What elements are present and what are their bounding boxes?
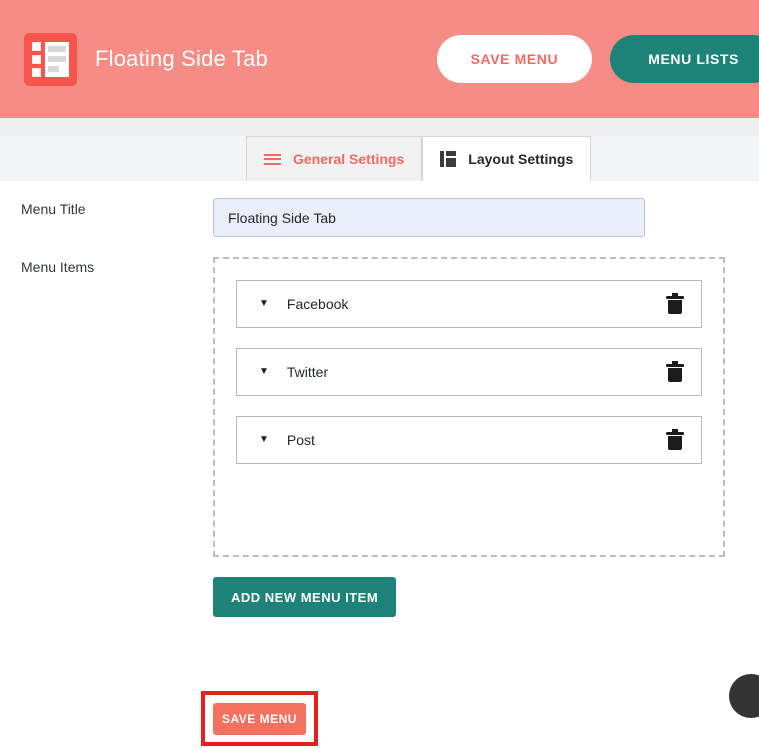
trash-icon[interactable] xyxy=(665,429,685,451)
caret-down-icon[interactable]: ▼ xyxy=(259,435,269,445)
logo-right-panel xyxy=(45,41,69,77)
menu-lists-button[interactable]: MENU LISTS xyxy=(610,35,759,83)
menu-item-label: Facebook xyxy=(286,296,349,312)
menu-title-input[interactable] xyxy=(213,198,645,237)
menu-item-row[interactable]: ▼ Facebook xyxy=(236,280,702,328)
caret-down-icon[interactable]: ▼ xyxy=(259,299,269,309)
save-menu-header-button[interactable]: SAVE MENU xyxy=(436,35,593,83)
logo-left-column xyxy=(32,41,41,77)
trash-icon[interactable] xyxy=(665,293,685,315)
trash-icon[interactable] xyxy=(665,361,685,383)
tab-layout-settings[interactable]: Layout Settings xyxy=(422,136,592,181)
tab-layout-settings-label: Layout Settings xyxy=(468,151,574,167)
page-title: Floating Side Tab xyxy=(95,46,268,71)
menu-title-label: Menu Title xyxy=(21,201,86,217)
save-menu-bottom-button[interactable]: SAVE MENU xyxy=(213,703,306,735)
add-new-menu-item-button[interactable]: ADD NEW MENU ITEM xyxy=(213,577,397,617)
app-header: Floating Side Tab SAVE MENU MENU LISTS xyxy=(0,0,759,118)
hamburger-icon xyxy=(264,151,281,167)
menu-item-label: Twitter xyxy=(286,364,329,380)
tab-general-settings[interactable]: General Settings xyxy=(246,136,423,181)
menu-item-row[interactable]: ▼ Twitter xyxy=(236,348,702,396)
menu-items-container: ▼ Facebook ▼ Twitter ▼ Post xyxy=(213,257,725,557)
header-actions: SAVE MENU MENU LISTS xyxy=(436,35,759,83)
side-tab-layout-icon xyxy=(24,32,77,86)
menu-items-label: Menu Items xyxy=(21,259,95,275)
tab-general-settings-label: General Settings xyxy=(293,151,405,167)
settings-tabs: General Settings Layout Settings xyxy=(246,136,592,181)
caret-down-icon[interactable]: ▼ xyxy=(259,367,269,377)
brand: Floating Side Tab xyxy=(24,32,268,86)
header-divider-strip xyxy=(0,118,759,136)
menu-item-label: Post xyxy=(286,432,315,448)
menu-item-row[interactable]: ▼ Post xyxy=(236,416,702,464)
layout-columns-icon xyxy=(440,151,457,167)
